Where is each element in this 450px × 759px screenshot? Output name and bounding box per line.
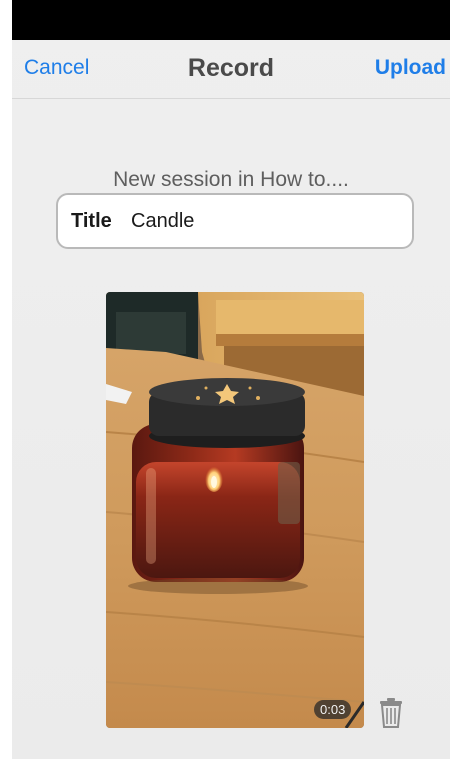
- screen: Cancel Record Upload New session in How …: [0, 0, 450, 759]
- trash-button[interactable]: [378, 697, 404, 729]
- session-label: New session in How to....: [113, 168, 349, 191]
- app-window: Cancel Record Upload New session in How …: [12, 0, 450, 759]
- navigation-bar: Cancel Record Upload: [12, 40, 450, 99]
- trash-icon: [380, 698, 402, 728]
- upload-button[interactable]: Upload: [375, 56, 446, 80]
- video-duration-badge: 0:03: [314, 700, 352, 719]
- video-preview-image: [106, 292, 364, 728]
- title-input[interactable]: [131, 207, 401, 235]
- status-bar: [12, 0, 450, 40]
- title-field-label: Title: [71, 210, 112, 232]
- video-thumbnail[interactable]: 0:03: [106, 292, 364, 728]
- title-field[interactable]: Title: [56, 193, 414, 249]
